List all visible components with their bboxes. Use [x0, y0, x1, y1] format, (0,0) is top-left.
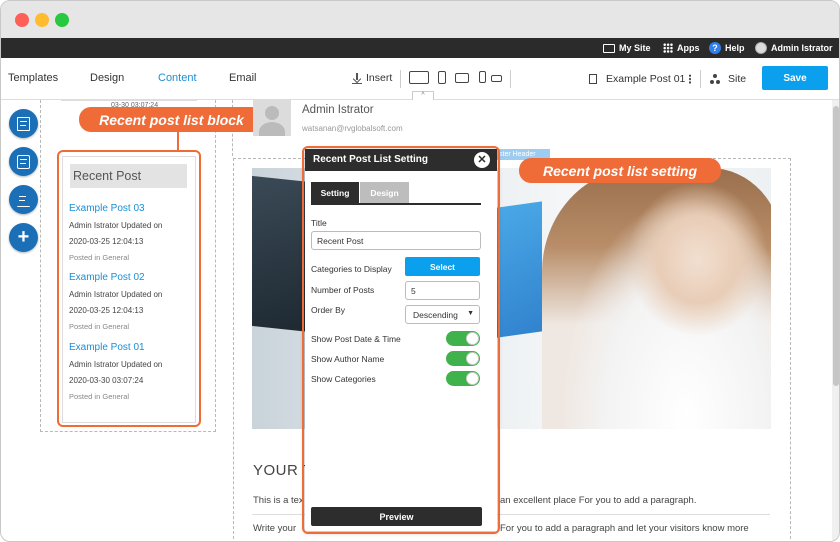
toolbar-divider	[700, 70, 701, 88]
user-name: Admin Istrator	[771, 43, 833, 53]
avatar-icon	[755, 42, 767, 54]
add-icon: +	[17, 226, 30, 248]
add-button[interactable]: +	[9, 223, 38, 252]
save-button[interactable]: Save	[762, 66, 828, 90]
insert-button[interactable]: Insert	[352, 72, 392, 84]
sitemap-icon	[710, 74, 720, 84]
download-icon	[352, 72, 362, 84]
save-layout-button[interactable]	[9, 147, 38, 176]
help-icon: ?	[709, 42, 721, 54]
tablet-landscape-icon[interactable]	[455, 73, 469, 83]
user-menu[interactable]: Admin Istrator	[755, 38, 833, 58]
help-label: Help	[725, 43, 745, 53]
page-selector[interactable]: Example Post 01	[606, 73, 685, 85]
block-divider	[61, 100, 197, 101]
window-titlebar	[1, 1, 839, 38]
tab-email[interactable]: Email	[229, 72, 257, 84]
more-options-icon[interactable]	[689, 74, 691, 84]
apps-label: Apps	[677, 43, 700, 53]
paragraph-text: an excellent place For you to add a para…	[500, 495, 697, 506]
toolbar-divider	[400, 70, 401, 88]
browser-window: My Site Apps ? Help Admin Istrator Templ…	[0, 0, 840, 542]
callout-connector	[177, 132, 179, 150]
tablet-portrait-icon[interactable]	[438, 71, 446, 84]
maximize-window-button[interactable]	[55, 13, 69, 27]
collapse-toolbar-icon[interactable]: ^	[412, 91, 434, 100]
page-settings-icon	[17, 116, 30, 131]
page-icon	[589, 74, 597, 84]
top-admin-bar: My Site Apps ? Help Admin Istrator	[1, 38, 839, 58]
author-avatar	[253, 100, 291, 136]
edit-content-icon	[17, 193, 30, 207]
page-scrollbar-thumb[interactable]	[833, 106, 839, 386]
paragraph-text: For you to add a paragraph and let your …	[500, 523, 749, 534]
my-site-label: My Site	[619, 43, 651, 53]
tab-content[interactable]: Content	[158, 72, 197, 84]
mobile-portrait-icon[interactable]	[479, 71, 486, 83]
tab-design[interactable]: Design	[90, 72, 124, 84]
desktop-view-icon[interactable]	[409, 71, 429, 84]
author-email: watsanan@rvglobalsoft.com	[302, 124, 403, 133]
edit-content-button[interactable]	[9, 185, 38, 214]
settings-panel-highlight	[302, 146, 500, 534]
paragraph-text: This is a tex	[253, 495, 304, 506]
my-site-link[interactable]: My Site	[603, 38, 651, 58]
monitor-icon	[603, 43, 615, 53]
hero-person-shape	[542, 168, 771, 429]
save-layout-icon	[17, 154, 30, 169]
grid-icon	[663, 43, 673, 53]
help-link[interactable]: ? Help	[709, 38, 745, 58]
insert-label: Insert	[366, 72, 393, 84]
author-name: Admin Istrator	[302, 104, 374, 116]
toolbar-divider	[510, 70, 511, 88]
close-window-button[interactable]	[15, 13, 29, 27]
paragraph-text: Write your	[253, 523, 297, 534]
recent-post-block-highlight	[57, 150, 201, 427]
apps-link[interactable]: Apps	[663, 38, 700, 58]
callout-recent-post-setting: Recent post list setting	[519, 158, 721, 183]
mobile-landscape-icon[interactable]	[491, 75, 502, 82]
callout-recent-post-block: Recent post list block	[79, 107, 264, 132]
page-settings-button[interactable]	[9, 109, 38, 138]
site-menu[interactable]: Site	[728, 73, 746, 85]
tab-templates[interactable]: Templates	[8, 72, 58, 84]
minimize-window-button[interactable]	[35, 13, 49, 27]
